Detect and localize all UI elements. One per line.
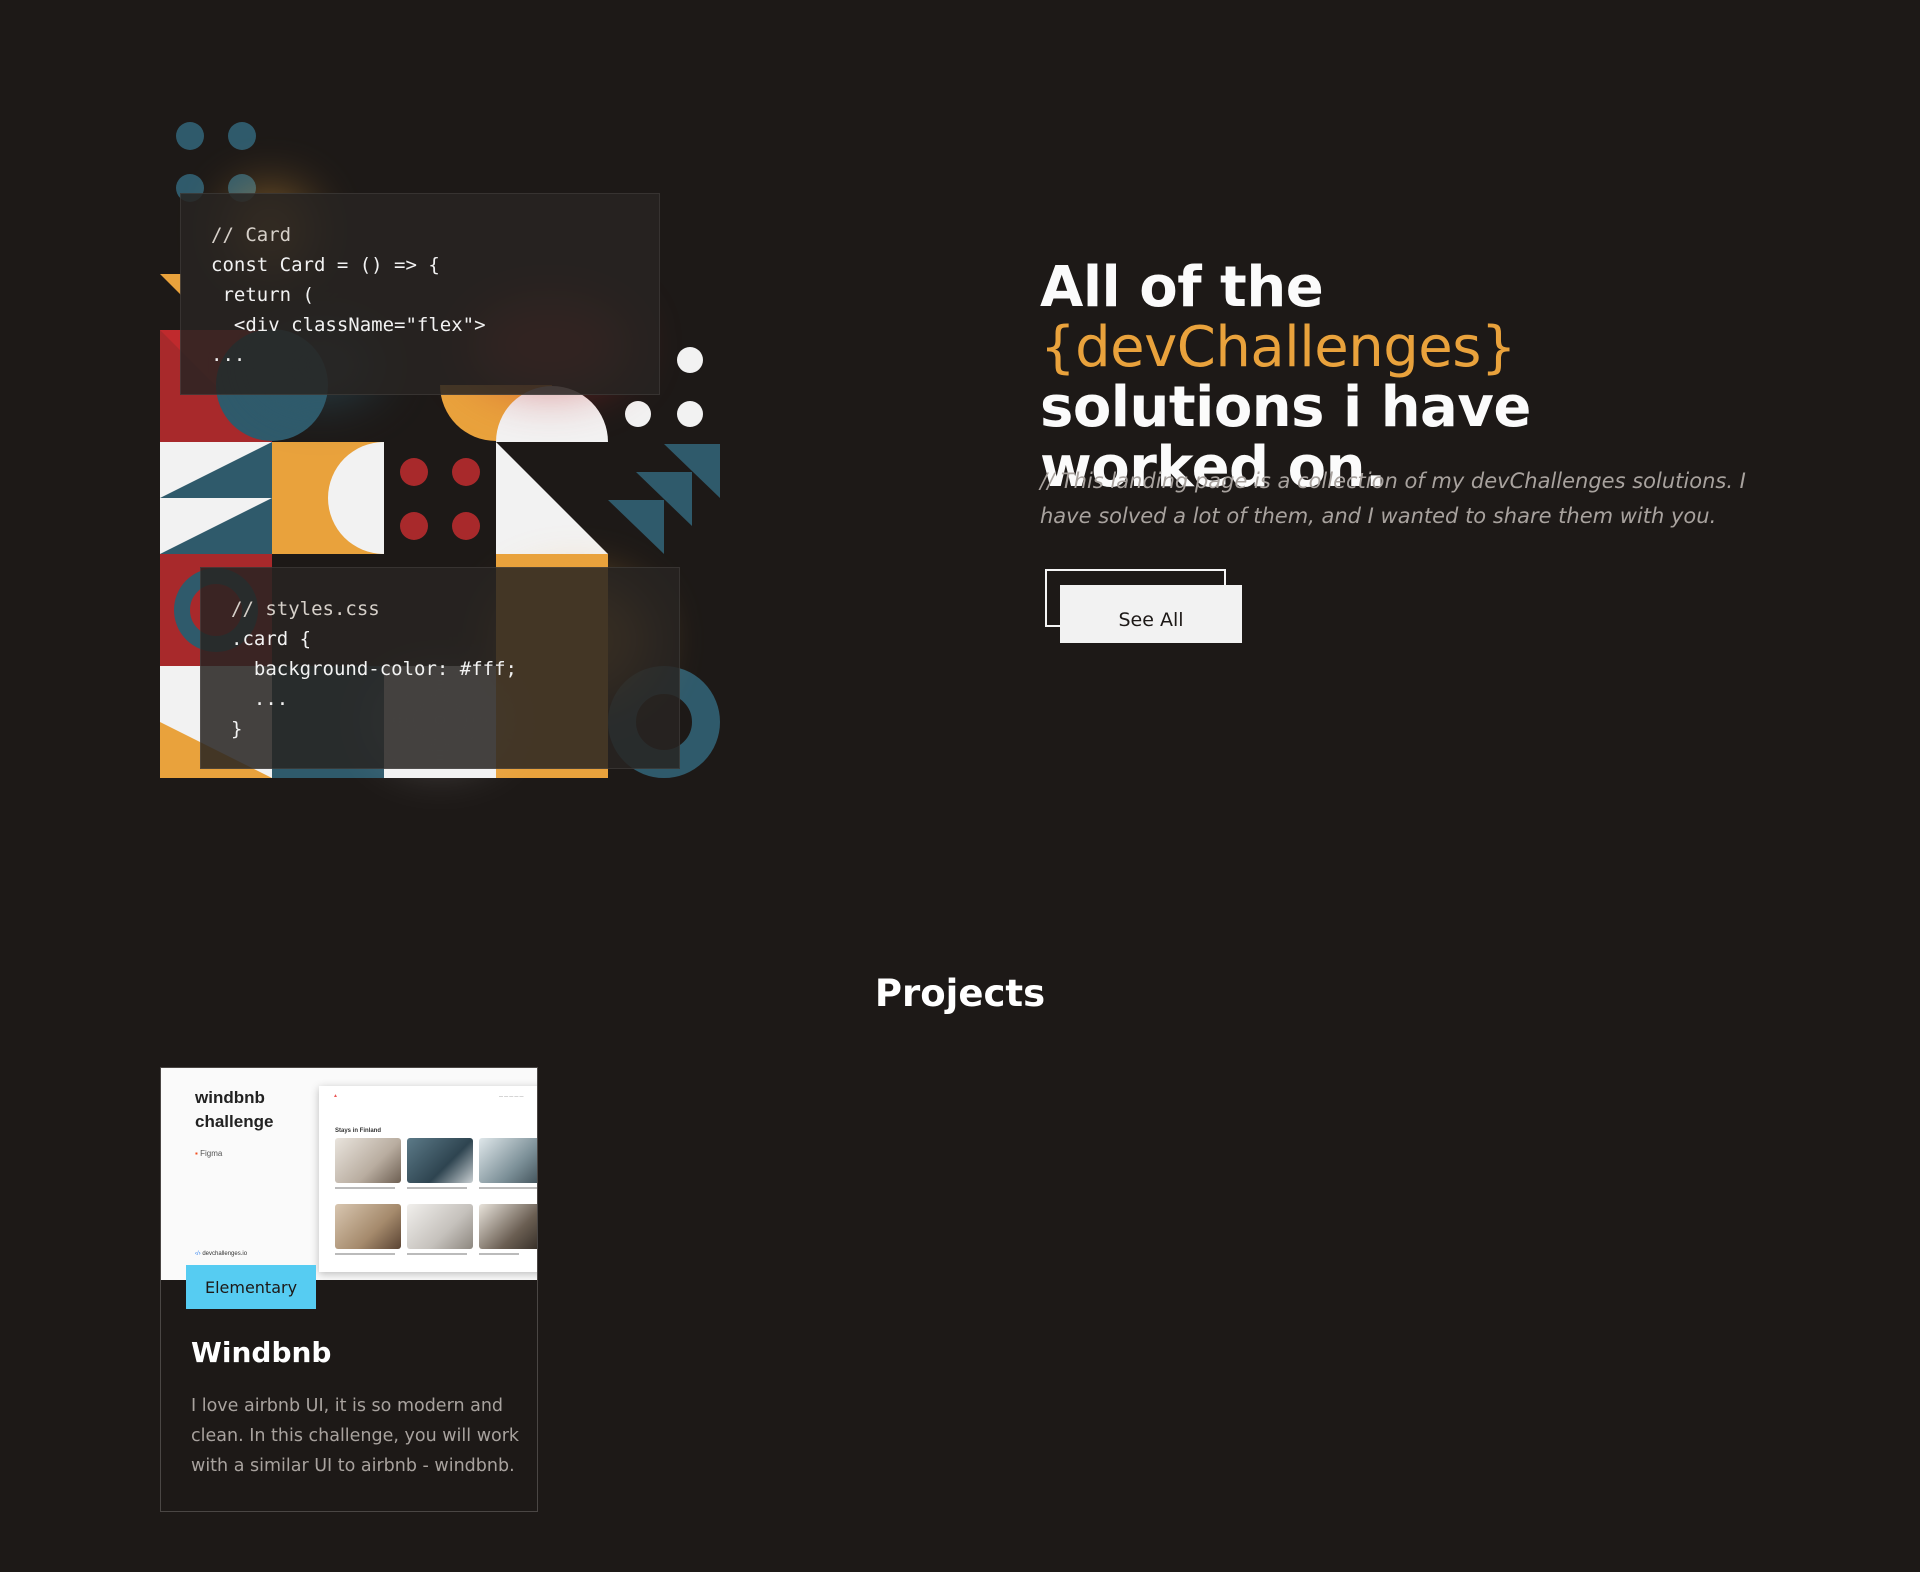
project-description: I love airbnb UI, it is so modern and cl… (191, 1396, 520, 1476)
thumbnail-tool: ▪ Figma (195, 1149, 223, 1158)
thumbnail-brand: ‹/› devchallenges.io (195, 1251, 248, 1257)
deco-triangle (160, 274, 181, 295)
project-thumbnail: windbnb challenge ▪ Figma ‹/› devchallen… (161, 1068, 537, 1280)
deco-dot (400, 458, 428, 486)
figma-icon: ▪ (195, 1149, 198, 1158)
deco-dot (452, 458, 480, 486)
hero-title-prefix: All of the (1040, 255, 1324, 320)
mockup-caption (407, 1253, 467, 1255)
mockup-nav: — — — — — (499, 1093, 524, 1098)
code-line: // styles.css (231, 598, 380, 620)
mockup-photo (335, 1138, 401, 1183)
deco-tile (384, 442, 496, 554)
code-line: } (231, 718, 243, 740)
code-card-jsx: // Card const Card = () => { return ( <d… (180, 193, 660, 395)
hero-subtitle: // This landing page is a collection of … (1040, 469, 1746, 528)
deco-dot (625, 401, 651, 427)
code-card-css: // styles.css .card { background-color: … (200, 567, 680, 769)
projects-section-title: Projects (874, 972, 1046, 1015)
project-title[interactable]: Windbnb (191, 1336, 331, 1369)
code-line: // Card (211, 224, 292, 246)
mockup-photo (335, 1204, 401, 1249)
mockup-caption (335, 1187, 395, 1189)
devchallenges-logo-icon: ‹/› (195, 1251, 201, 1257)
deco-triangle (608, 500, 664, 554)
deco-dot (452, 512, 480, 540)
hero-title: All of the {devChallenges} solutions i h… (1040, 258, 1760, 498)
mockup-photo (479, 1138, 537, 1183)
thumbnail-title: windbnb challenge (195, 1088, 274, 1131)
project-card[interactable]: windbnb challenge ▪ Figma ‹/› devchallen… (160, 1067, 538, 1512)
mockup-photo (407, 1138, 473, 1183)
deco-dot (228, 122, 256, 150)
code-line: const Card = () => { (211, 254, 440, 276)
mockup-photo (407, 1204, 473, 1249)
mockup-photo (479, 1204, 537, 1249)
code-line: .card { (231, 628, 312, 650)
thumbnail-mockup: ▲ — — — — — Stays in Finland (319, 1086, 537, 1272)
deco-dot (400, 512, 428, 540)
deco-triangle (496, 442, 608, 554)
code-line: background-color: #fff; (231, 658, 517, 680)
level-badge: Elementary (186, 1265, 316, 1309)
code-line: ... (231, 688, 289, 710)
deco-dot (176, 122, 204, 150)
mockup-logo-icon: ▲ (333, 1093, 338, 1099)
deco-dot (677, 347, 703, 373)
deco-dot (677, 401, 703, 427)
mockup-heading: Stays in Finland (335, 1128, 382, 1134)
mockup-caption (479, 1253, 519, 1255)
code-line: ... (211, 344, 246, 366)
mockup-caption (335, 1253, 395, 1255)
code-line: return ( (211, 284, 314, 306)
hero-title-accent: {devChallenges} (1040, 315, 1517, 380)
see-all-button[interactable]: See All (1060, 585, 1242, 643)
mockup-caption (479, 1187, 537, 1189)
mockup-caption (407, 1187, 467, 1189)
code-line: <div className="flex"> (211, 314, 486, 336)
